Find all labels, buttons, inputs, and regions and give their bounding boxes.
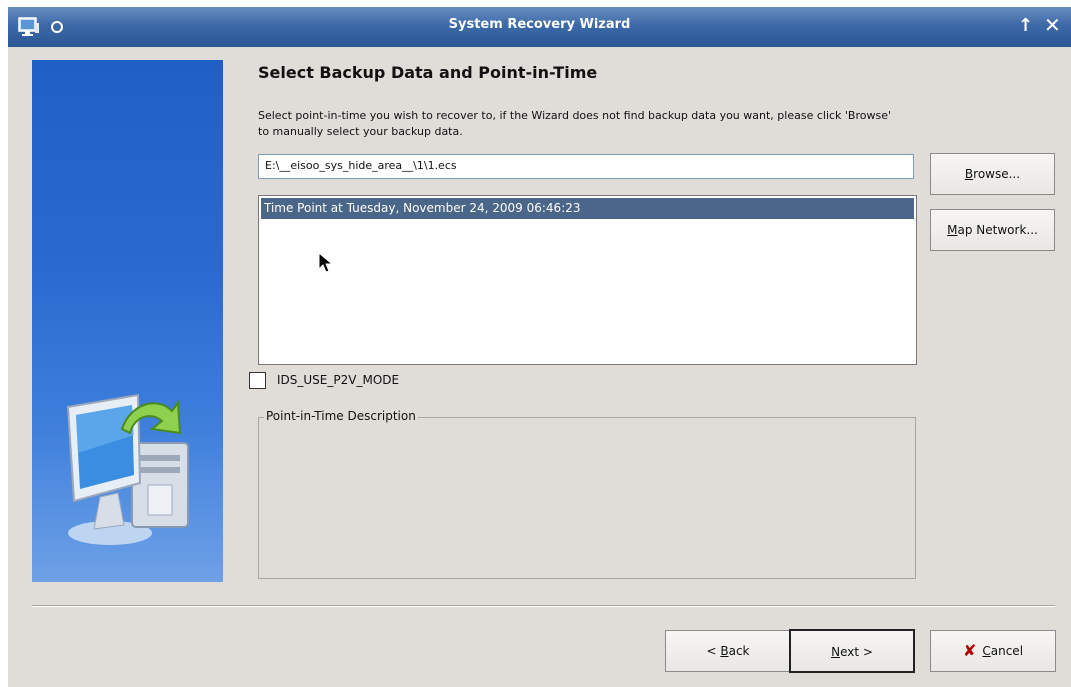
red-x-icon: ✘: [962, 641, 977, 660]
footer-separator: [32, 605, 1055, 607]
cancel-label: ancel: [990, 644, 1024, 658]
map-network-label: ap Network...: [957, 223, 1038, 237]
title-bar[interactable]: System Recovery Wizard ↑ ✕: [8, 7, 1071, 47]
window-title: System Recovery Wizard: [448, 17, 631, 32]
map-mnemonic: M: [947, 223, 958, 237]
cancel-button[interactable]: ✘ Cancel: [930, 630, 1056, 672]
cancel-mnemonic: C: [982, 644, 991, 658]
back-mnemonic: B: [720, 644, 729, 658]
maximize-icon[interactable]: ↑: [1018, 15, 1033, 36]
back-button[interactable]: < Back: [665, 630, 791, 672]
computer-recovery-icon: [66, 393, 189, 545]
list-item[interactable]: Time Point at Tuesday, November 24, 2009…: [261, 198, 914, 219]
wizard-window: System Recovery Wizard ↑ ✕ Select Backup…: [8, 7, 1071, 687]
next-label: ext >: [840, 645, 873, 659]
page-title: Select Backup Data and Point-in-Time: [258, 63, 598, 82]
map-network-button[interactable]: Map Network...: [930, 209, 1055, 251]
browse-mnemonic: B: [964, 167, 974, 181]
point-in-time-description-box: [258, 417, 916, 579]
browse-label: rowse...: [973, 167, 1021, 181]
back-label: ack: [728, 644, 750, 658]
next-mnemonic: N: [831, 645, 841, 659]
mouse-pointer-icon: [318, 252, 334, 273]
back-prefix: <: [706, 644, 721, 658]
time-point-list[interactable]: Time Point at Tuesday, November 24, 2009…: [258, 195, 917, 365]
backup-path-input[interactable]: E:\__eisoo_sys_hide_area__\1\1.ecs: [258, 154, 914, 179]
close-icon[interactable]: ✕: [1044, 13, 1061, 37]
browse-button[interactable]: Browse...: [930, 153, 1055, 195]
p2v-mode-label: IDS_USE_P2V_MODE: [277, 373, 400, 387]
description-group-title: Point-in-Time Description: [264, 409, 418, 423]
next-button[interactable]: Next >: [789, 629, 915, 673]
instructions-text: Select point-in-time you wish to recover…: [258, 109, 892, 138]
p2v-mode-checkbox[interactable]: [249, 372, 266, 389]
wizard-side-banner: [32, 60, 223, 582]
